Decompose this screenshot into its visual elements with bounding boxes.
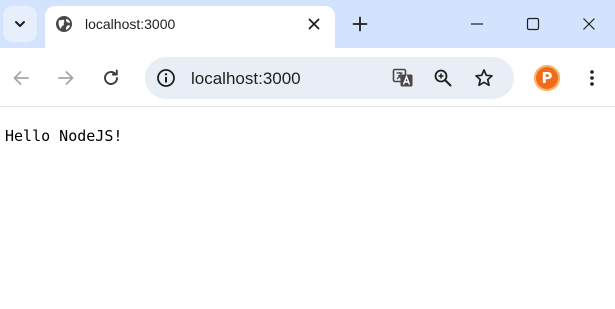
plus-icon — [352, 16, 368, 32]
tab-search-button[interactable] — [3, 6, 37, 42]
address-bar[interactable]: localhost:3000 — [145, 57, 514, 99]
minimize-icon — [471, 23, 483, 25]
close-window-button[interactable] — [577, 12, 601, 36]
close-icon — [308, 18, 320, 30]
reload-icon — [104, 69, 118, 85]
page-content: Hello NodeJS! — [0, 108, 615, 309]
close-icon — [583, 18, 595, 30]
back-button[interactable] — [9, 66, 33, 90]
globe-icon — [55, 15, 73, 33]
profile-avatar[interactable]: P — [534, 65, 560, 91]
browser-window: localhost:3000 localhost:3000 P Hello No… — [0, 0, 615, 309]
reload-button[interactable] — [99, 66, 123, 90]
info-icon — [157, 69, 175, 87]
site-info-button[interactable] — [154, 66, 178, 90]
tab-title: localhost:3000 — [85, 16, 176, 32]
close-tab-button[interactable] — [304, 14, 324, 34]
new-tab-button[interactable] — [349, 13, 371, 35]
translate-icon — [392, 68, 413, 87]
zoom-in-icon — [434, 69, 452, 87]
star-icon — [475, 69, 493, 87]
tab-strip: localhost:3000 — [0, 0, 615, 48]
arrow-right-icon — [58, 71, 74, 85]
more-vertical-icon — [590, 70, 594, 86]
url-text[interactable]: localhost:3000 — [191, 69, 301, 89]
zoom-button[interactable] — [431, 66, 455, 90]
tab-active[interactable]: localhost:3000 — [45, 6, 335, 48]
arrow-left-icon — [13, 71, 29, 85]
bookmark-button[interactable] — [472, 66, 496, 90]
toolbar: localhost:3000 P — [0, 48, 615, 107]
menu-button[interactable] — [580, 66, 604, 90]
translate-button[interactable] — [391, 66, 415, 90]
maximize-icon — [526, 17, 540, 31]
forward-button[interactable] — [54, 66, 78, 90]
page-body-text: Hello NodeJS! — [5, 127, 123, 145]
maximize-button[interactable] — [521, 12, 545, 36]
chevron-down-icon — [15, 21, 25, 27]
profile-initial: P — [541, 69, 553, 87]
minimize-button[interactable] — [465, 12, 489, 36]
